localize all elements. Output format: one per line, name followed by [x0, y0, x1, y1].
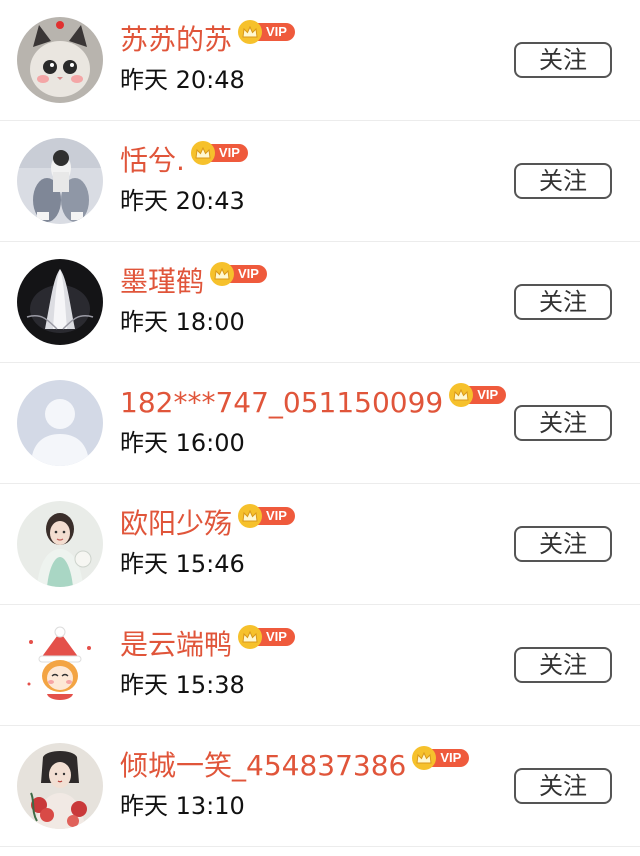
crown-icon [238, 504, 263, 528]
timestamp: 昨天 20:43 [120, 187, 245, 215]
vip-badge: VIP [449, 383, 507, 407]
vip-badge: VIP [210, 262, 267, 286]
list-item[interactable]: 182***747_051150099 VIP 昨天 16:00 关注 [0, 363, 640, 484]
hanfu-girl-avatar-icon [17, 501, 103, 587]
vip-badge: VIP [412, 746, 470, 770]
vip-badge: VIP [238, 20, 295, 44]
crown-icon [238, 625, 263, 649]
list-item[interactable]: 墨瑾鹤 VIP 昨天 18:00 关注 [0, 242, 640, 363]
crown-icon [238, 20, 263, 44]
cartoon-girl-avatar-icon [17, 622, 103, 708]
vip-badge: VIP [238, 625, 295, 649]
list-item[interactable]: 倾城一笑_454837386 VIP 昨天 13:10 关注 [0, 726, 640, 847]
list-item[interactable]: 苏苏的苏 VIP 昨天 20:48 关注 [0, 0, 640, 121]
vip-badge: VIP [238, 504, 295, 528]
default-avatar-icon [17, 380, 103, 466]
follow-button[interactable]: 关注 [514, 647, 612, 683]
name-line: 是云端鸭 VIP [120, 625, 295, 665]
cat-avatar-icon [17, 17, 103, 103]
name-line: 苏苏的苏 VIP [120, 20, 295, 60]
user-name[interactable]: 苏苏的苏 [120, 20, 232, 60]
list-item[interactable]: 是云端鸭 VIP 昨天 15:38 关注 [0, 605, 640, 726]
follow-button[interactable]: 关注 [514, 42, 612, 78]
floral-portrait-avatar-icon [17, 743, 103, 829]
timestamp: 昨天 15:46 [120, 550, 245, 578]
avatar[interactable] [17, 501, 103, 587]
timestamp: 昨天 15:38 [120, 671, 245, 699]
timestamp: 昨天 16:00 [120, 429, 245, 457]
timestamp: 昨天 20:48 [120, 66, 245, 94]
user-name[interactable]: 欧阳少殇 [120, 504, 232, 544]
avatar[interactable] [17, 743, 103, 829]
user-name[interactable]: 恬兮. [120, 141, 185, 181]
name-line: 182***747_051150099 VIP [120, 383, 507, 423]
crown-icon [210, 262, 235, 286]
user-list: 苏苏的苏 VIP 昨天 20:48 关注 恬兮. VIP 昨天 20:43 关注… [0, 0, 640, 847]
avatar[interactable] [17, 622, 103, 708]
follow-button[interactable]: 关注 [514, 284, 612, 320]
name-line: 墨瑾鹤 VIP [120, 262, 267, 302]
follow-button[interactable]: 关注 [514, 768, 612, 804]
avatar[interactable] [17, 138, 103, 224]
follow-button[interactable]: 关注 [514, 163, 612, 199]
name-line: 倾城一笑_454837386 VIP [120, 746, 470, 786]
pet-photo-avatar-icon [17, 138, 103, 224]
user-name[interactable]: 182***747_051150099 [120, 383, 443, 423]
timestamp: 昨天 13:10 [120, 792, 245, 820]
avatar[interactable] [17, 380, 103, 466]
name-line: 恬兮. VIP [120, 141, 248, 181]
list-item[interactable]: 欧阳少殇 VIP 昨天 15:46 关注 [0, 484, 640, 605]
timestamp: 昨天 18:00 [120, 308, 245, 336]
avatar[interactable] [17, 259, 103, 345]
follow-button[interactable]: 关注 [514, 526, 612, 562]
user-name[interactable]: 墨瑾鹤 [120, 262, 204, 302]
follow-button[interactable]: 关注 [514, 405, 612, 441]
avatar[interactable] [17, 17, 103, 103]
dark-figure-avatar-icon [17, 259, 103, 345]
list-item[interactable]: 恬兮. VIP 昨天 20:43 关注 [0, 121, 640, 242]
name-line: 欧阳少殇 VIP [120, 504, 295, 544]
user-name[interactable]: 倾城一笑_454837386 [120, 746, 406, 786]
user-name[interactable]: 是云端鸭 [120, 625, 232, 665]
vip-badge: VIP [190, 141, 248, 165]
crown-icon [190, 141, 215, 165]
